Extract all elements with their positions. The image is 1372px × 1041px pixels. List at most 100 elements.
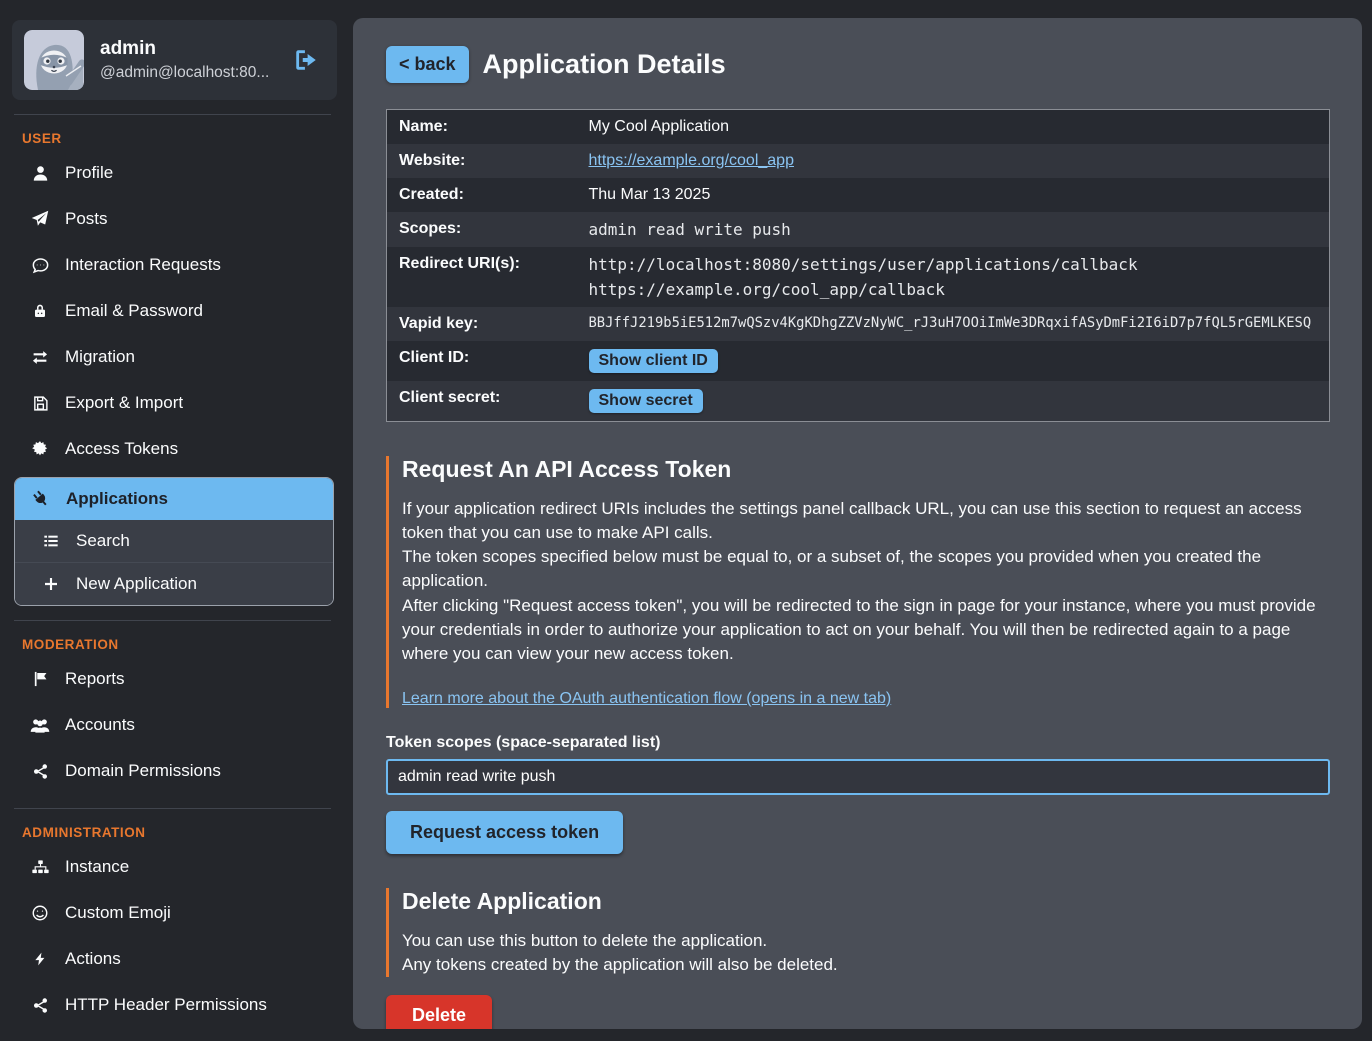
sidebar-item-export-import[interactable]: Export & Import xyxy=(0,380,345,426)
show-client-id-button[interactable]: Show client ID xyxy=(589,349,718,373)
table-row-redirect-uris: Redirect URI(s): http://localhost:8080/s… xyxy=(387,247,1330,307)
row-label: Website: xyxy=(387,144,577,178)
section-label-moderation: MODERATION xyxy=(22,637,345,652)
token-scopes-input[interactable] xyxy=(386,759,1330,795)
oauth-docs-link[interactable]: Learn more about the OAuth authenticatio… xyxy=(402,690,891,708)
sidebar-item-new-application[interactable]: New Application xyxy=(15,562,333,605)
row-value: http://localhost:8080/settings/user/appl… xyxy=(577,247,1330,307)
table-row-client-secret: Client secret: Show secret xyxy=(387,381,1330,422)
sidebar-item-applications[interactable]: Applications xyxy=(15,478,333,520)
access-token-section-text: Request An API Access Token If your appl… xyxy=(386,456,1330,708)
plus-icon xyxy=(41,574,61,594)
seal-icon xyxy=(30,439,50,459)
sidebar-item-http-header-permissions[interactable]: HTTP Header Permissions xyxy=(0,982,345,1028)
section-title: Request An API Access Token xyxy=(402,456,1330,483)
sidebar-item-instance[interactable]: Instance xyxy=(0,844,345,890)
comment-dots-icon xyxy=(30,255,50,275)
list-icon xyxy=(41,531,61,551)
page-header: < back Application Details xyxy=(386,46,1330,83)
row-value: https://example.org/cool_app xyxy=(577,144,1330,178)
sidebar-item-domain-permissions[interactable]: Domain Permissions xyxy=(0,748,345,794)
sidebar-item-actions[interactable]: Actions xyxy=(0,936,345,982)
flag-icon xyxy=(30,669,50,689)
sidebar-item-label: Access Tokens xyxy=(65,439,178,459)
sidebar-item-label: Applications xyxy=(66,489,168,509)
user-name: admin xyxy=(100,38,277,60)
sidebar-item-migration[interactable]: Migration xyxy=(0,334,345,380)
sidebar-item-label: Posts xyxy=(65,209,108,229)
table-row-created: Created: Thu Mar 13 2025 xyxy=(387,178,1330,212)
users-icon xyxy=(30,715,50,735)
redirect-uri-2: https://example.org/cool_app/callback xyxy=(589,280,1318,299)
row-label: Vapid key: xyxy=(387,307,577,341)
section-paragraph: Any tokens created by the application wi… xyxy=(402,953,1330,977)
user-info: admin @admin@localhost:80... xyxy=(100,38,277,82)
sidebar-item-label: Custom Emoji xyxy=(65,903,171,923)
user-card[interactable]: admin @admin@localhost:80... xyxy=(12,20,337,100)
section-paragraph: The token scopes specified below must be… xyxy=(402,545,1330,593)
table-row-name: Name: My Cool Application xyxy=(387,110,1330,145)
sidebar-divider xyxy=(14,620,331,621)
delete-button[interactable]: Delete xyxy=(386,995,492,1029)
show-secret-button[interactable]: Show secret xyxy=(589,389,703,413)
sidebar-item-label: Interaction Requests xyxy=(65,255,221,275)
sidebar-item-label: New Application xyxy=(76,574,197,594)
sidebar-item-custom-emoji[interactable]: Custom Emoji xyxy=(0,890,345,936)
sidebar-item-profile[interactable]: Profile xyxy=(0,150,345,196)
delete-section-text: Delete Application You can use this butt… xyxy=(386,888,1330,977)
request-access-token-button[interactable]: Request access token xyxy=(386,811,623,854)
row-value: Thu Mar 13 2025 xyxy=(577,178,1330,212)
settings-panel: admin @admin@localhost:80... USER Profil… xyxy=(0,0,1372,1041)
table-row-website: Website: https://example.org/cool_app xyxy=(387,144,1330,178)
row-value: BBJffJ219b5iE512m7wQSzv4KgKDhgZZVzNyWC_r… xyxy=(577,307,1330,341)
user-icon xyxy=(30,163,50,183)
page-title: Application Details xyxy=(483,49,726,80)
sidebar-item-label: Migration xyxy=(65,347,135,367)
section-title: Delete Application xyxy=(402,888,1330,915)
sidebar-item-label: Search xyxy=(76,531,130,551)
lock-icon xyxy=(30,301,50,321)
sidebar-item-label: Profile xyxy=(65,163,113,183)
website-link[interactable]: https://example.org/cool_app xyxy=(589,152,794,169)
delete-application-section: Delete Application You can use this butt… xyxy=(386,888,1330,1029)
section-label-administration: ADMINISTRATION xyxy=(22,825,345,840)
row-label: Created: xyxy=(387,178,577,212)
sidebar-item-posts[interactable]: Posts xyxy=(0,196,345,242)
sidebar-item-access-tokens[interactable]: Access Tokens xyxy=(0,426,345,472)
section-label-user: USER xyxy=(22,131,345,146)
sidebar-item-label: Export & Import xyxy=(65,393,183,413)
sidebar-divider xyxy=(14,808,331,809)
token-scopes-label: Token scopes (space-separated list) xyxy=(386,734,1330,752)
sign-out-icon xyxy=(293,47,319,73)
main-panel: < back Application Details Name: My Cool… xyxy=(353,18,1362,1029)
application-details-table: Name: My Cool Application Website: https… xyxy=(386,109,1330,422)
sitemap-icon xyxy=(30,857,50,877)
row-label: Redirect URI(s): xyxy=(387,247,577,307)
smiley-icon xyxy=(30,903,50,923)
sidebar-item-debug[interactable]: Debug xyxy=(0,1028,345,1041)
sidebar-item-label: Domain Permissions xyxy=(65,761,221,781)
applications-group: Applications Search New Application xyxy=(14,477,334,606)
section-paragraph: After clicking "Request access token", y… xyxy=(402,594,1330,666)
sidebar-item-search[interactable]: Search xyxy=(15,520,333,562)
paper-plane-icon xyxy=(30,209,50,229)
sidebar-item-accounts[interactable]: Accounts xyxy=(0,702,345,748)
sidebar-item-label: Actions xyxy=(65,949,121,969)
bolt-icon xyxy=(30,949,50,969)
back-button[interactable]: < back xyxy=(386,46,469,83)
row-value: My Cool Application xyxy=(577,110,1330,145)
sidebar-item-reports[interactable]: Reports xyxy=(0,656,345,702)
sidebar-item-email-password[interactable]: Email & Password xyxy=(0,288,345,334)
sidebar-item-label: Email & Password xyxy=(65,301,203,321)
row-label: Client secret: xyxy=(387,381,577,422)
logout-button[interactable] xyxy=(293,47,325,73)
row-label: Scopes: xyxy=(387,212,577,247)
table-row-vapid-key: Vapid key: BBJffJ219b5iE512m7wQSzv4KgKDh… xyxy=(387,307,1330,341)
section-paragraph: You can use this button to delete the ap… xyxy=(402,929,1330,953)
sidebar-item-interaction-requests[interactable]: Interaction Requests xyxy=(0,242,345,288)
table-row-scopes: Scopes: admin read write push xyxy=(387,212,1330,247)
plug-icon xyxy=(31,489,51,509)
applications-submenu: Search New Application xyxy=(15,520,333,605)
section-paragraph: If your application redirect URIs includ… xyxy=(402,497,1330,545)
sloth-avatar-image xyxy=(24,30,84,90)
